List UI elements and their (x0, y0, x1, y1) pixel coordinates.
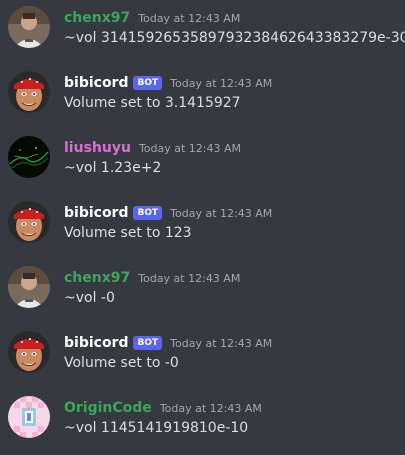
user-avatar[interactable] (8, 6, 50, 48)
message-header: chenx97 Today at 12:43 AM (64, 8, 240, 28)
username[interactable]: bibicord (64, 335, 128, 351)
message-header: bibicord BOT Today at 12:43 AM (64, 73, 272, 93)
chat-message: bibicord BOT Today at 12:43 AM Volume se… (0, 65, 405, 131)
chat-message: chenx97 Today at 12:43 AM ~vol 314159265… (0, 0, 405, 66)
bot-tag: BOT (133, 336, 163, 350)
username[interactable]: chenx97 (64, 270, 130, 286)
chat-message: OriginCode Today at 12:43 AM ~vol 114514… (0, 390, 405, 455)
bot-avatar[interactable] (8, 71, 50, 113)
username[interactable]: liushuyu (64, 140, 131, 156)
user-avatar[interactable] (8, 396, 50, 438)
chat-message: bibicord BOT Today at 12:43 AM Volume se… (0, 195, 405, 261)
chat-message: bibicord BOT Today at 12:43 AM Volume se… (0, 325, 405, 391)
chat-message: liushuyu Today at 12:43 AM ~vol 1.23e+2 (0, 130, 405, 196)
bot-avatar[interactable] (8, 201, 50, 243)
user-avatar[interactable] (8, 136, 50, 178)
timestamp: Today at 12:43 AM (170, 206, 273, 220)
message-content: Volume set to 3.1415927 (64, 95, 241, 111)
message-content: Volume set to 123 (64, 225, 192, 241)
message-header: chenx97 Today at 12:43 AM (64, 268, 240, 288)
bot-tag: BOT (133, 76, 163, 90)
chat-message: chenx97 Today at 12:43 AM ~vol -0 (0, 260, 405, 326)
message-header: liushuyu Today at 12:43 AM (64, 138, 241, 158)
message-header: bibicord BOT Today at 12:43 AM (64, 333, 272, 353)
chat-message-list: chenx97 Today at 12:43 AM ~vol 314159265… (0, 0, 405, 455)
message-content: ~vol -0 (64, 290, 115, 306)
message-header: bibicord BOT Today at 12:43 AM (64, 203, 272, 223)
username[interactable]: OriginCode (64, 400, 152, 416)
bot-avatar[interactable] (8, 331, 50, 373)
timestamp: Today at 12:43 AM (138, 11, 241, 25)
message-content: ~vol 3141592653589793238462643383279e-30 (64, 30, 405, 46)
timestamp: Today at 12:43 AM (170, 336, 273, 350)
username[interactable]: bibicord (64, 205, 128, 221)
timestamp: Today at 12:43 AM (170, 76, 273, 90)
username[interactable]: bibicord (64, 75, 128, 91)
timestamp: Today at 12:43 AM (138, 271, 241, 285)
bot-tag: BOT (133, 206, 163, 220)
message-content: ~vol 1.23e+2 (64, 160, 162, 176)
message-content: ~vol 1145141919810e-10 (64, 420, 249, 436)
message-content: Volume set to -0 (64, 355, 179, 371)
user-avatar[interactable] (8, 266, 50, 308)
timestamp: Today at 12:43 AM (159, 401, 262, 415)
message-header: OriginCode Today at 12:43 AM (64, 398, 262, 418)
username[interactable]: chenx97 (64, 10, 130, 26)
timestamp: Today at 12:43 AM (138, 141, 242, 155)
